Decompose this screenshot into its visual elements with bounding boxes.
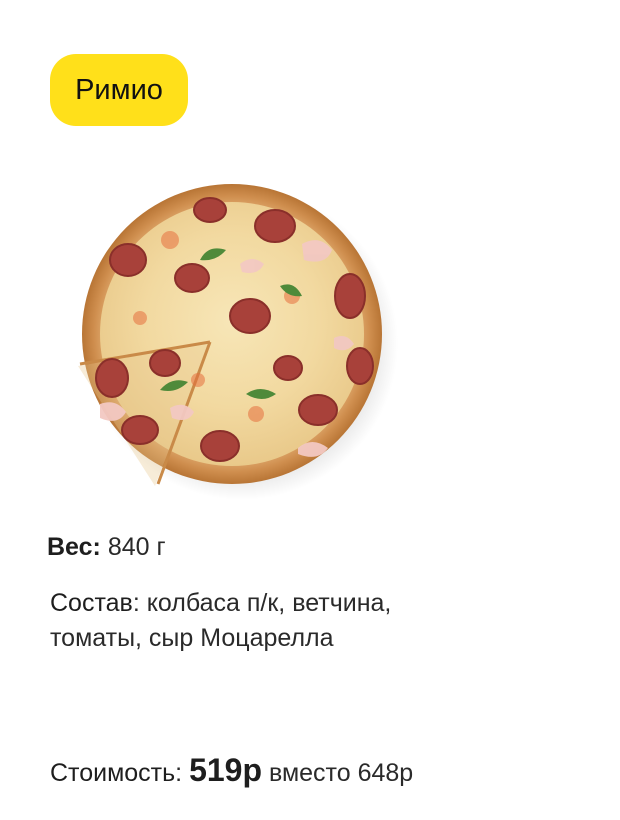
- weight-line: Вес: 840 г: [47, 530, 166, 565]
- price-label: Стоимость: [50, 759, 176, 787]
- price-current: 519р: [189, 752, 263, 788]
- composition-line-2: томаты, сыр Моцарелла: [50, 621, 334, 656]
- composition-separator: :: [132, 589, 140, 617]
- product-name: Римио: [75, 73, 163, 106]
- product-name-badge: Римио: [50, 54, 188, 126]
- composition-line-1: Состав: колбаса п/к, ветчина,: [50, 586, 391, 621]
- composition-text-1: колбаса п/к, ветчина,: [146, 589, 392, 617]
- weight-value: 840 г: [107, 533, 166, 561]
- weight-label: Вес: [47, 533, 93, 561]
- composition-label: Состав: [50, 589, 133, 617]
- composition-text-2: томаты, сыр Моцарелла: [50, 624, 334, 652]
- price-separator: :: [175, 759, 183, 787]
- price-instead-word: вместо: [268, 759, 351, 787]
- weight-separator: :: [92, 533, 101, 561]
- pizza-illustration: [78, 184, 398, 500]
- pizza-image: [60, 168, 400, 508]
- price-line: Стоимость: 519р вместо 648р: [50, 753, 413, 791]
- price-old: 648р: [357, 759, 414, 787]
